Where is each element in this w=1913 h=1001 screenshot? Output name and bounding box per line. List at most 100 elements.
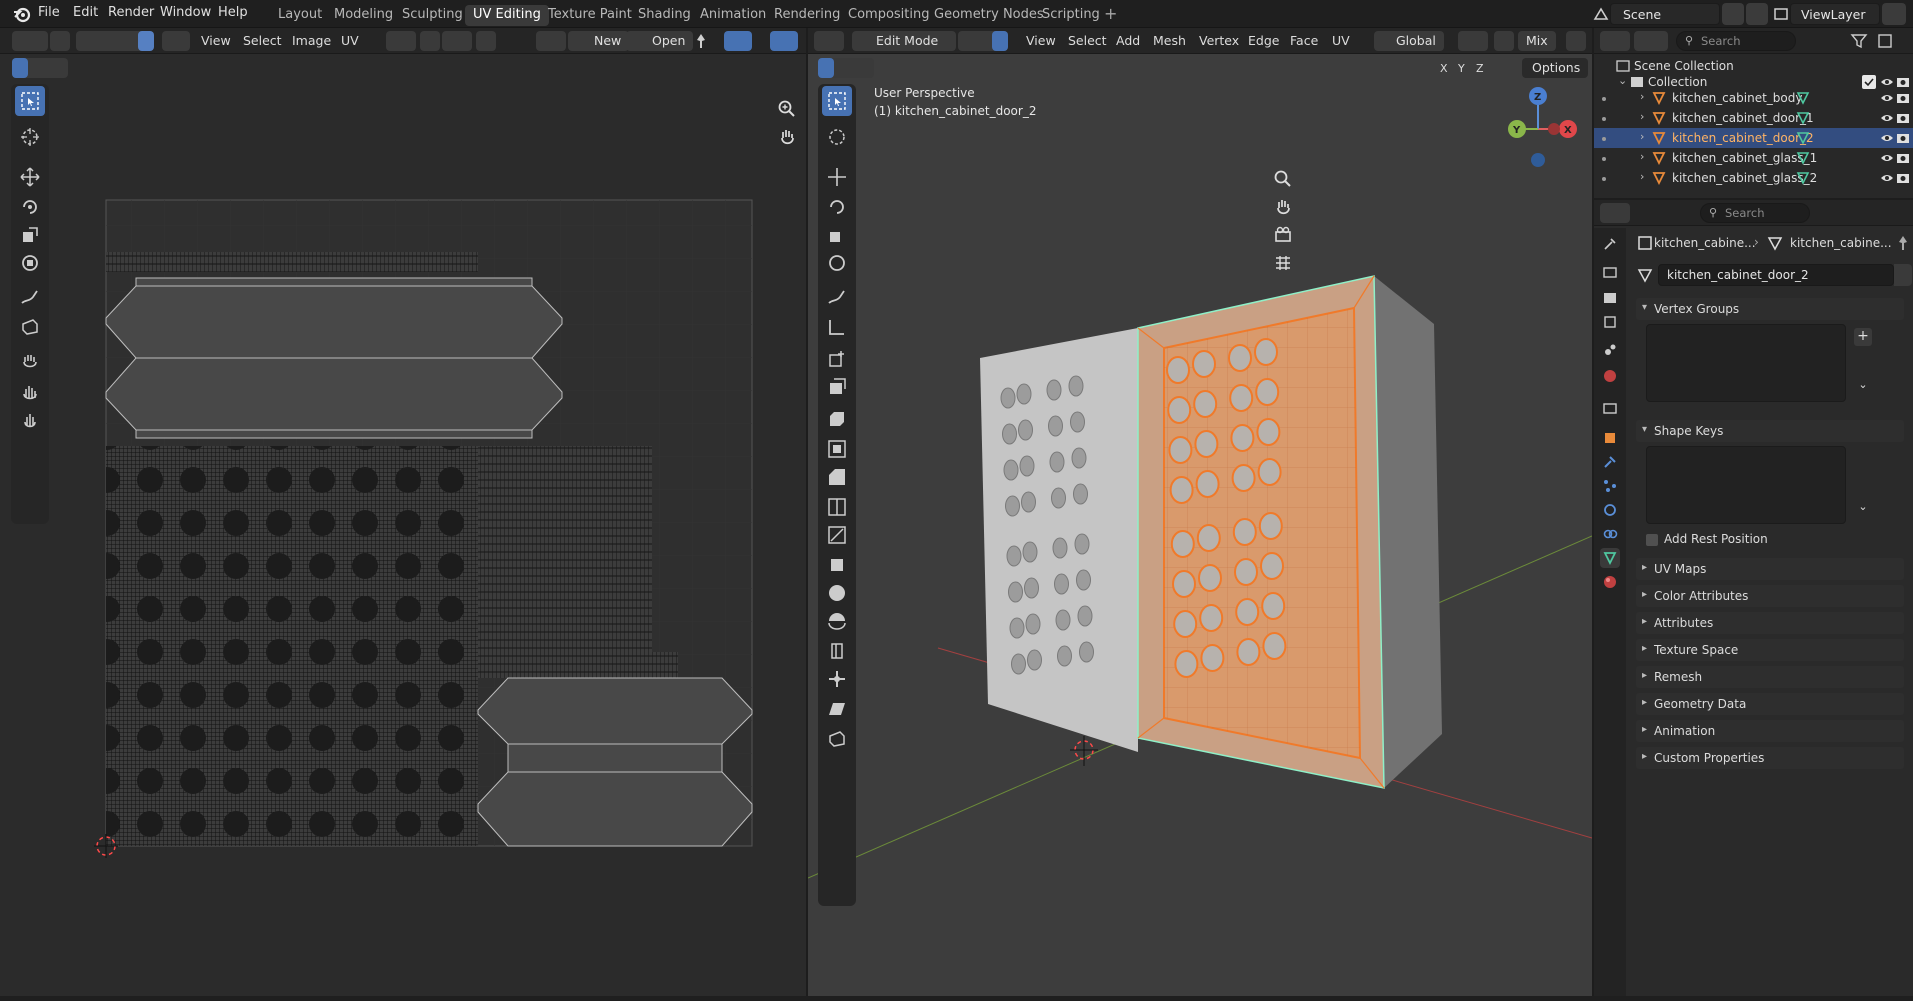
- camera-icon[interactable]: [1896, 91, 1910, 105]
- mesh-data-icon[interactable]: [1796, 111, 1810, 125]
- vp-move-tool[interactable]: [822, 162, 852, 192]
- gizmo-neg-x-icon[interactable]: [1548, 123, 1560, 135]
- texture-space-panel[interactable]: ▸ Texture Space: [1636, 639, 1904, 661]
- add-rest-position-checkbox[interactable]: [1646, 534, 1658, 546]
- eye-icon[interactable]: [1880, 75, 1894, 89]
- view-layer-tab-icon[interactable]: [1600, 312, 1620, 332]
- new-collection-icon[interactable]: [1876, 32, 1894, 50]
- tab-texture-paint[interactable]: Texture Paint: [540, 5, 640, 26]
- 3d-viewport[interactable]: Edit Mode View Select Add Mesh Vertex Ed…: [808, 28, 1592, 996]
- render-tab-icon[interactable]: [1600, 262, 1620, 282]
- view-layer-field[interactable]: ViewLayer: [1790, 3, 1880, 25]
- custom-properties-panel[interactable]: ▸ Custom Properties: [1636, 747, 1904, 769]
- vp-loop-cut-tool[interactable]: [822, 492, 852, 522]
- mesh-name-field[interactable]: kitchen_cabinet_door_2: [1658, 264, 1894, 286]
- vp-inset-tool[interactable]: [822, 434, 852, 464]
- outliner-object-row[interactable]: › kitchen_cabinet_glass_1: [1594, 148, 1913, 168]
- blender-logo-icon[interactable]: [12, 4, 32, 24]
- camera-icon[interactable]: [1896, 111, 1910, 125]
- tab-scripting[interactable]: Scripting: [1034, 5, 1108, 26]
- outliner-object-row[interactable]: › kitchen_cabinet_body: [1594, 88, 1913, 108]
- vp-select-box-tool[interactable]: [822, 86, 852, 116]
- remesh-panel[interactable]: ▸ Remesh: [1636, 666, 1904, 688]
- properties-search[interactable]: ⚲ Search: [1700, 203, 1810, 223]
- eye-icon[interactable]: [1880, 131, 1894, 145]
- menu-render[interactable]: Render: [108, 5, 154, 20]
- shape-keys-panel[interactable]: ▾ Shape Keys: [1636, 420, 1904, 442]
- mesh-data-icon[interactable]: [1636, 266, 1654, 284]
- mesh-data-icon[interactable]: [1796, 151, 1810, 165]
- menu-window[interactable]: Window: [160, 5, 211, 20]
- shape-keys-list[interactable]: [1646, 446, 1846, 524]
- eye-icon[interactable]: [1880, 91, 1894, 105]
- menu-help[interactable]: Help: [218, 5, 248, 20]
- eye-icon[interactable]: [1880, 111, 1894, 125]
- vp-scale-tool[interactable]: [822, 220, 852, 250]
- vp-spin-tool[interactable]: [822, 578, 852, 608]
- animation-panel[interactable]: ▸ Animation: [1636, 720, 1904, 742]
- vp-add-cube-tool[interactable]: [822, 344, 852, 374]
- chevron-right-icon[interactable]: ›: [1640, 170, 1644, 183]
- tab-layout[interactable]: Layout: [270, 5, 330, 26]
- camera-icon[interactable]: [1896, 75, 1910, 89]
- vp-poly-build-tool[interactable]: [822, 550, 852, 580]
- pin-icon[interactable]: [1894, 234, 1912, 252]
- constraints-tab-icon[interactable]: [1600, 524, 1620, 544]
- scene-tab-icon[interactable]: [1600, 340, 1620, 360]
- vp-shrink-fatten-tool[interactable]: [822, 664, 852, 694]
- chevron-down-icon[interactable]: ⌄: [1618, 74, 1627, 87]
- vp-extrude-region-tool[interactable]: [822, 372, 852, 402]
- tab-animation[interactable]: Animation: [692, 5, 774, 26]
- mesh-data-icon[interactable]: [1796, 171, 1810, 185]
- vp-knife-tool[interactable]: [822, 520, 852, 550]
- vertex-groups-list[interactable]: [1646, 324, 1846, 402]
- properties-editor-type[interactable]: [1600, 203, 1630, 223]
- vp-bevel-tool[interactable]: [822, 462, 852, 492]
- vp-extrude-tool[interactable]: [822, 404, 852, 434]
- world-tab-icon[interactable]: [1600, 366, 1620, 386]
- chevron-down-icon[interactable]: ⌄: [1854, 500, 1872, 518]
- vp-shear-tool[interactable]: [822, 694, 852, 724]
- add-vertex-group-icon[interactable]: +: [1854, 328, 1872, 346]
- outliner-object-row[interactable]: › kitchen_cabinet_door_1: [1594, 108, 1913, 128]
- geometry-data-panel[interactable]: ▸ Geometry Data: [1636, 693, 1904, 715]
- chevron-down-icon[interactable]: ⌄: [1854, 378, 1872, 396]
- delete-scene-button[interactable]: [1746, 3, 1768, 25]
- vp-pan-icon[interactable]: [1270, 194, 1296, 220]
- uv-canvas[interactable]: [0, 28, 806, 996]
- vp-transform-tool[interactable]: [822, 248, 852, 278]
- vp-cursor-tool[interactable]: [822, 122, 852, 152]
- menu-file[interactable]: File: [38, 5, 60, 20]
- outliner-search[interactable]: ⚲ Search: [1676, 31, 1796, 51]
- eye-icon[interactable]: [1880, 171, 1894, 185]
- tool-tab-icon[interactable]: [1600, 234, 1620, 254]
- mesh-data-icon[interactable]: [1796, 131, 1810, 145]
- chevron-right-icon[interactable]: ›: [1640, 110, 1644, 123]
- scene-field[interactable]: Scene: [1610, 3, 1720, 25]
- outliner-object-row[interactable]: › kitchen_cabinet_glass_2: [1594, 168, 1913, 188]
- chevron-right-icon[interactable]: ›: [1640, 130, 1644, 143]
- outliner-display-mode[interactable]: [1634, 31, 1668, 51]
- vp-rip-tool[interactable]: [822, 724, 852, 754]
- vp-annotate-tool[interactable]: [822, 282, 852, 312]
- vp-edge-slide-tool[interactable]: [822, 636, 852, 666]
- object-tab-icon[interactable]: [1600, 428, 1620, 448]
- vp-smooth-tool[interactable]: [822, 606, 852, 636]
- chevron-right-icon[interactable]: ›: [1640, 90, 1644, 103]
- vp-rotate-tool[interactable]: [822, 192, 852, 222]
- material-tab-icon[interactable]: [1600, 572, 1620, 592]
- new-view-layer-button[interactable]: [1882, 3, 1906, 25]
- camera-icon[interactable]: [1896, 171, 1910, 185]
- tab-shading[interactable]: Shading: [630, 5, 699, 26]
- uv-maps-panel[interactable]: ▸ UV Maps: [1636, 558, 1904, 580]
- mesh-data-tab-icon[interactable]: [1600, 548, 1620, 568]
- mesh-data-icon[interactable]: [1796, 91, 1810, 105]
- tab-compositing[interactable]: Compositing: [840, 5, 938, 26]
- collection-checkbox-icon[interactable]: [1862, 75, 1876, 89]
- gizmo-neg-z-icon[interactable]: [1531, 153, 1545, 167]
- vp-zoom-icon[interactable]: [1270, 166, 1296, 192]
- chevron-right-icon[interactable]: ›: [1640, 150, 1644, 163]
- camera-icon[interactable]: [1896, 151, 1910, 165]
- attributes-panel[interactable]: ▸ Attributes: [1636, 612, 1904, 634]
- output-tab-icon[interactable]: [1600, 288, 1620, 308]
